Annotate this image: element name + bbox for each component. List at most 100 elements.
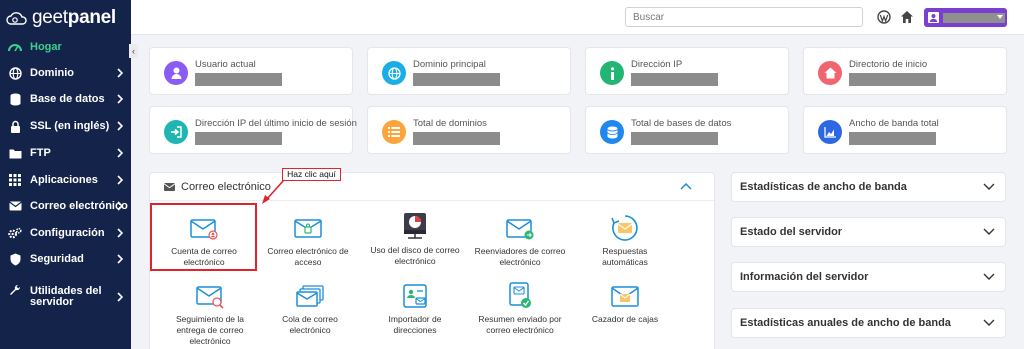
tool-autoresponders[interactable]: Respuestas automáticas xyxy=(570,214,680,268)
info-card-current-user: Usuario actual xyxy=(149,47,353,95)
email-forward-icon xyxy=(506,219,534,240)
sidebar-collapse-toggle[interactable]: ‹ xyxy=(129,44,138,58)
info-card-main-domain: Dominio principal xyxy=(367,47,571,95)
chevron-right-icon xyxy=(117,201,123,211)
wordpress-icon[interactable] xyxy=(877,10,891,24)
cloud-logo-icon xyxy=(6,12,27,25)
chevron-right-icon xyxy=(117,175,123,185)
user-menu-button[interactable] xyxy=(924,8,1007,27)
card-label: Usuario actual xyxy=(195,59,256,70)
info-card-total-databases: Total de bases de datos xyxy=(585,106,789,154)
tool-label: Seguimiento de la entrega de correo elec… xyxy=(175,314,245,346)
panel-bandwidth-stats[interactable]: Estadísticas de ancho de banda xyxy=(731,172,1006,202)
chevron-up-icon[interactable] xyxy=(680,183,692,190)
sidebar-item-label: Utilidades del servidor xyxy=(30,285,102,308)
sidebar-item-label: Hogar xyxy=(30,41,62,53)
tool-mail-queue[interactable]: Cola de correo electrónico xyxy=(255,284,365,336)
sidebar: geetpanel Hogar Dominio Base de datos SS… xyxy=(0,0,131,349)
sidebar-item-correo-electronico[interactable]: Correo electrónico xyxy=(0,194,131,218)
tool-label: Uso del disco de correo electrónico xyxy=(370,245,460,266)
sidebar-item-dominio[interactable]: Dominio xyxy=(0,61,131,85)
grid-icon xyxy=(8,173,22,187)
card-label: Directorio de inicio xyxy=(849,59,928,70)
delivery-tracking-icon xyxy=(196,286,224,309)
panel-title: Estado del servidor xyxy=(740,226,843,238)
panel-server-info[interactable]: Información del servidor xyxy=(731,262,1006,292)
redacted-value xyxy=(849,73,936,86)
tool-label: Reenviadores de correo electrónico xyxy=(474,246,566,267)
email-panel-header[interactable]: Correo electrónico xyxy=(150,173,714,201)
redacted-value xyxy=(413,73,500,86)
sidebar-item-label: FTP xyxy=(30,147,51,159)
sidebar-item-ftp[interactable]: FTP xyxy=(0,141,131,165)
email-panel-title: Correo electrónico xyxy=(181,181,271,193)
dashboard-icon xyxy=(8,40,22,54)
sidebar-item-seguridad[interactable]: Seguridad xyxy=(0,247,131,271)
info-card-total-bandwidth: Ancho de banda total xyxy=(803,106,1007,154)
sign-in-icon xyxy=(164,120,188,144)
email-access-icon xyxy=(294,219,322,238)
email-summary-icon xyxy=(509,282,531,308)
tool-email-forwarders[interactable]: Reenviadores de correo electrónico xyxy=(465,216,575,268)
sidebar-item-label: Correo electrónico xyxy=(30,200,128,212)
sidebar-item-label: Dominio xyxy=(30,67,74,79)
tool-delivery-tracking[interactable]: Seguimiento de la entrega de correo elec… xyxy=(155,284,265,347)
database-icon xyxy=(600,120,624,144)
shield-icon xyxy=(8,252,22,266)
folder-icon xyxy=(8,146,22,160)
tool-box-catcher[interactable]: Cazador de cajas xyxy=(570,284,680,325)
sidebar-item-label: Configuración xyxy=(30,227,105,239)
chevron-down-icon xyxy=(983,273,995,280)
logo-text: geetpanel xyxy=(32,7,116,28)
highlight-box xyxy=(150,203,257,271)
info-card-total-domains: Total de dominios xyxy=(367,106,571,154)
chevron-down-icon xyxy=(983,183,995,190)
globe-icon xyxy=(8,66,22,80)
tool-label: Cazador de cajas xyxy=(591,314,659,324)
tool-label: Correo electrónico de acceso xyxy=(267,246,349,267)
info-card-last-login-ip: Dirección IP del último inicio de sesión xyxy=(149,106,357,154)
sidebar-item-ssl[interactable]: SSL (en inglés) xyxy=(0,114,131,138)
panel-server-status[interactable]: Estado del servidor xyxy=(731,217,1006,247)
tool-email-disk-usage[interactable]: Uso del disco de correo electrónico xyxy=(360,211,470,267)
tool-email-summary[interactable]: Resumen enviado por correo electrónico xyxy=(465,282,575,336)
info-icon xyxy=(600,61,624,85)
globe-icon xyxy=(382,61,406,85)
panel-title: Información del servidor xyxy=(740,271,869,283)
chevron-right-icon xyxy=(117,254,123,264)
panel-title: Estadísticas de ancho de banda xyxy=(740,181,907,193)
chevron-right-icon xyxy=(117,228,123,238)
logo[interactable]: geetpanel xyxy=(0,0,131,36)
card-label: Dirección IP del último inicio de sesión xyxy=(195,118,357,129)
chevron-down-icon xyxy=(983,228,995,235)
autoresponder-icon xyxy=(611,215,638,241)
card-label: Total de dominios xyxy=(413,118,487,129)
chevron-right-icon xyxy=(117,121,123,131)
sidebar-item-base-de-datos[interactable]: Base de datos xyxy=(0,87,131,111)
sidebar-item-configuracion[interactable]: Configuración xyxy=(0,221,131,245)
box-catcher-icon xyxy=(611,286,639,307)
tool-address-importer[interactable]: Importador de direcciones xyxy=(360,284,470,336)
chevron-right-icon xyxy=(117,148,123,158)
callout-label: Haz clic aquí xyxy=(282,168,341,181)
redacted-username xyxy=(943,12,1005,23)
tool-email-access[interactable]: Correo electrónico de acceso xyxy=(253,216,363,268)
panel-annual-bandwidth-stats[interactable]: Estadísticas anuales de ancho de banda xyxy=(731,308,1006,338)
panel-title: Estadísticas anuales de ancho de banda xyxy=(740,317,951,329)
home-icon xyxy=(818,61,842,85)
card-label: Dominio principal xyxy=(413,59,486,70)
database-icon xyxy=(8,92,22,106)
card-label: Ancho de banda total xyxy=(849,118,939,129)
redacted-value xyxy=(631,73,718,86)
list-icon xyxy=(382,120,406,144)
chart-icon xyxy=(818,120,842,144)
tool-label: Importador de direcciones xyxy=(388,314,442,335)
search-input[interactable] xyxy=(625,7,863,27)
sidebar-item-utilidades-del-servidor[interactable]: Utilidades del servidor xyxy=(0,280,131,314)
user-icon xyxy=(928,12,939,23)
home-icon[interactable] xyxy=(900,10,914,24)
sidebar-item-label: Aplicaciones xyxy=(30,174,98,186)
sidebar-item-hogar[interactable]: Hogar xyxy=(0,35,131,59)
disk-usage-icon xyxy=(404,213,426,239)
sidebar-item-aplicaciones[interactable]: Aplicaciones xyxy=(0,168,131,192)
